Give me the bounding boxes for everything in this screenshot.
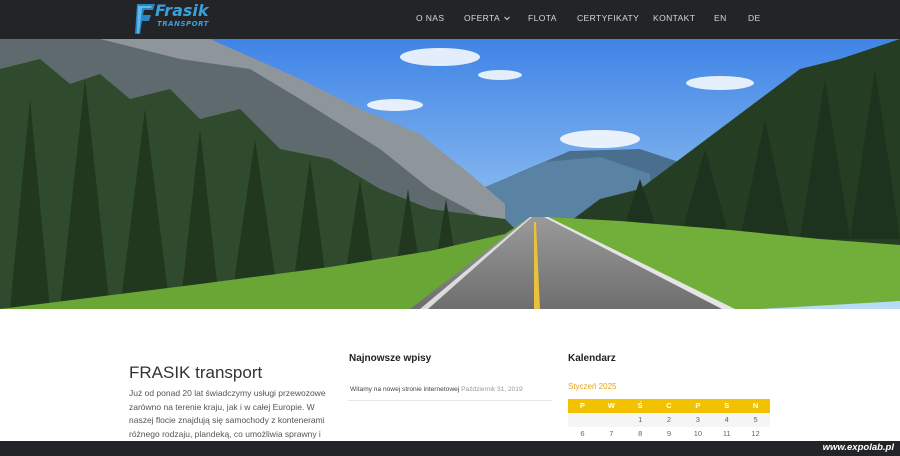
recent-post-date: Październik 31, 2019: [461, 386, 523, 393]
nav-item-oferta-label: OFERTA: [464, 13, 500, 23]
nav-item-de[interactable]: DE: [748, 13, 761, 23]
recent-post-title[interactable]: Witamy na nowej stronie internetowej: [350, 386, 459, 393]
nav-item-flota[interactable]: FLOTA: [528, 13, 557, 23]
weekday-label: N: [752, 401, 759, 410]
hero-image-road-landscape: [0, 39, 900, 309]
hero-illustration: [0, 39, 900, 309]
weekday-label: C: [666, 401, 672, 410]
chevron-down-icon: [504, 16, 511, 21]
top-navigation-bar: Frasik TRANSPORT O NAS OFERTA FLOTA CERT…: [0, 0, 900, 39]
weekday-label: Ś: [637, 401, 643, 410]
nav-item-certyfikaty[interactable]: CERTYFIKATY: [577, 13, 639, 23]
logo-tagline-text: TRANSPORT: [157, 20, 209, 28]
calendar-month: Styczeń 2025: [568, 382, 617, 391]
nav-item-oferta[interactable]: OFERTA: [464, 13, 511, 23]
calendar-day: 3: [695, 415, 700, 424]
recent-post-item[interactable]: Witamy na nowej stronie internetowej Paź…: [350, 386, 523, 393]
recent-posts-title: Najnowsze wpisy: [349, 353, 432, 364]
weekday-label: S: [724, 401, 730, 410]
weekday-label: P: [695, 401, 701, 410]
frasik-logo[interactable]: Frasik TRANSPORT: [135, 2, 217, 36]
calendar-day: 11: [722, 429, 731, 438]
calendar-day: 9: [666, 429, 672, 438]
weekday-label: W: [607, 401, 615, 410]
calendar-day: 10: [693, 429, 703, 438]
calendar-day: [568, 413, 597, 427]
calendar-day: 6: [580, 429, 585, 438]
about-title: FRASIK transport: [129, 363, 263, 382]
logo-brand-text: Frasik: [155, 1, 209, 20]
nav-item-o-nas[interactable]: O NAS: [416, 13, 444, 23]
calendar-day: 8: [638, 429, 643, 438]
calendar-day: [597, 413, 626, 427]
watermark-text: www.expolab.pl: [822, 442, 894, 453]
calendar-day: 2: [666, 415, 672, 424]
calendar-day: 1: [638, 415, 643, 424]
calendar-day: 7: [609, 429, 614, 438]
weekday-label: P: [579, 401, 585, 410]
calendar-week-row: 6 7 8 9 10 11 12: [568, 427, 770, 441]
calendar-day: 5: [753, 415, 758, 424]
frasik-logo-mark-icon: [135, 4, 155, 34]
post-divider: [348, 400, 552, 401]
bottom-bar: www.expolab.pl: [0, 441, 900, 456]
calendar-title: Kalendarz: [568, 353, 616, 364]
calendar-day: 12: [751, 429, 760, 438]
nav-item-en[interactable]: EN: [714, 13, 727, 23]
nav-item-kontakt[interactable]: KONTAKT: [653, 13, 695, 23]
calendar-weekday-header: P W Ś C P S N: [568, 399, 770, 413]
calendar-week-row: 1 2 3 4 5: [568, 413, 770, 427]
calendar-day: 4: [724, 415, 729, 424]
